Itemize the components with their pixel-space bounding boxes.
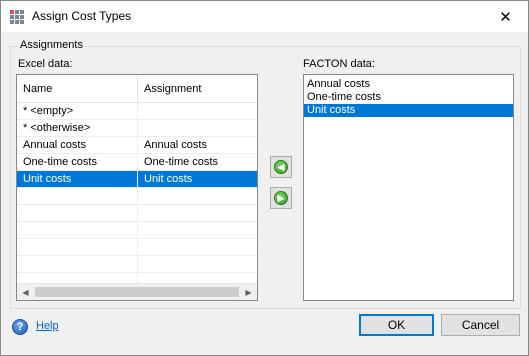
green-arrow-right-icon: ▶ (274, 191, 288, 205)
cell-assignment[interactable]: Annual costs (138, 137, 257, 153)
column-header-assignment[interactable]: Assignment (138, 75, 257, 103)
scroll-right-icon[interactable]: ▶ (240, 284, 257, 300)
column-header-name[interactable]: Name (17, 75, 138, 103)
cell-assignment[interactable] (138, 256, 257, 272)
title-bar: Assign Cost Types ✕ (1, 1, 528, 32)
list-item[interactable]: One-time costs (304, 91, 513, 104)
close-button[interactable]: ✕ (483, 1, 528, 32)
table-row[interactable]: One-time costs One-time costs (17, 154, 257, 171)
cell-name: One-time costs (17, 154, 138, 170)
cell-name: * <otherwise> (17, 120, 138, 136)
cell-name (17, 239, 138, 255)
table-row[interactable]: Unit costs Unit costs (17, 171, 257, 188)
cell-assignment[interactable] (138, 188, 257, 204)
table-row-empty[interactable] (17, 188, 257, 205)
window-title: Assign Cost Types (32, 9, 132, 23)
grid-header: Name Assignment (17, 75, 257, 103)
cell-name (17, 188, 138, 204)
cell-name: Annual costs (17, 137, 138, 153)
table-row[interactable]: * <empty> (17, 103, 257, 120)
dialog-window: Assign Cost Types ✕ Assignments Excel da… (0, 0, 529, 356)
cell-assignment[interactable]: Unit costs (138, 171, 257, 187)
cell-assignment[interactable] (138, 222, 257, 238)
scrollbar-thumb[interactable] (35, 287, 239, 297)
cell-name: * <empty> (17, 103, 138, 119)
help-link[interactable]: Help (36, 320, 59, 332)
cancel-button[interactable]: Cancel (441, 314, 520, 336)
cell-assignment[interactable] (138, 239, 257, 255)
table-row[interactable]: Annual costs Annual costs (17, 137, 257, 154)
green-arrow-left-icon: ◀ (274, 160, 288, 174)
app-grid-icon (10, 10, 24, 24)
assignments-group-label: Assignments (18, 39, 85, 51)
cell-name (17, 222, 138, 238)
assign-left-button[interactable]: ◀ (270, 156, 292, 178)
cell-assignment[interactable] (138, 205, 257, 221)
horizontal-scrollbar[interactable]: ◀ ▶ (17, 283, 257, 300)
cell-name (17, 205, 138, 221)
facton-data-list[interactable]: Annual costs One-time costs Unit costs (303, 74, 514, 301)
cell-name: Unit costs (17, 171, 138, 187)
help-icon[interactable]: ? (12, 319, 28, 335)
cell-assignment[interactable] (138, 120, 257, 136)
facton-data-label: FACTON data: (303, 58, 375, 70)
grid-rows: * <empty> * <otherwise> Annual costs Annual… (17, 103, 257, 290)
table-row[interactable]: * <otherwise> (17, 120, 257, 137)
list-item[interactable]: Annual costs (304, 78, 513, 91)
excel-data-label: Excel data: (18, 58, 73, 70)
cell-assignment[interactable] (138, 103, 257, 119)
ok-button[interactable]: OK (359, 314, 434, 336)
assign-right-button[interactable]: ▶ (270, 187, 292, 209)
table-row-empty[interactable] (17, 205, 257, 222)
table-row-empty[interactable] (17, 222, 257, 239)
excel-data-grid[interactable]: Name Assignment * <empty> * <otherwise> An… (16, 74, 258, 301)
cell-name (17, 256, 138, 272)
table-row-empty[interactable] (17, 239, 257, 256)
list-item[interactable]: Unit costs (304, 104, 513, 117)
table-row-empty[interactable] (17, 256, 257, 273)
scroll-left-icon[interactable]: ◀ (17, 284, 34, 300)
cell-assignment[interactable]: One-time costs (138, 154, 257, 170)
